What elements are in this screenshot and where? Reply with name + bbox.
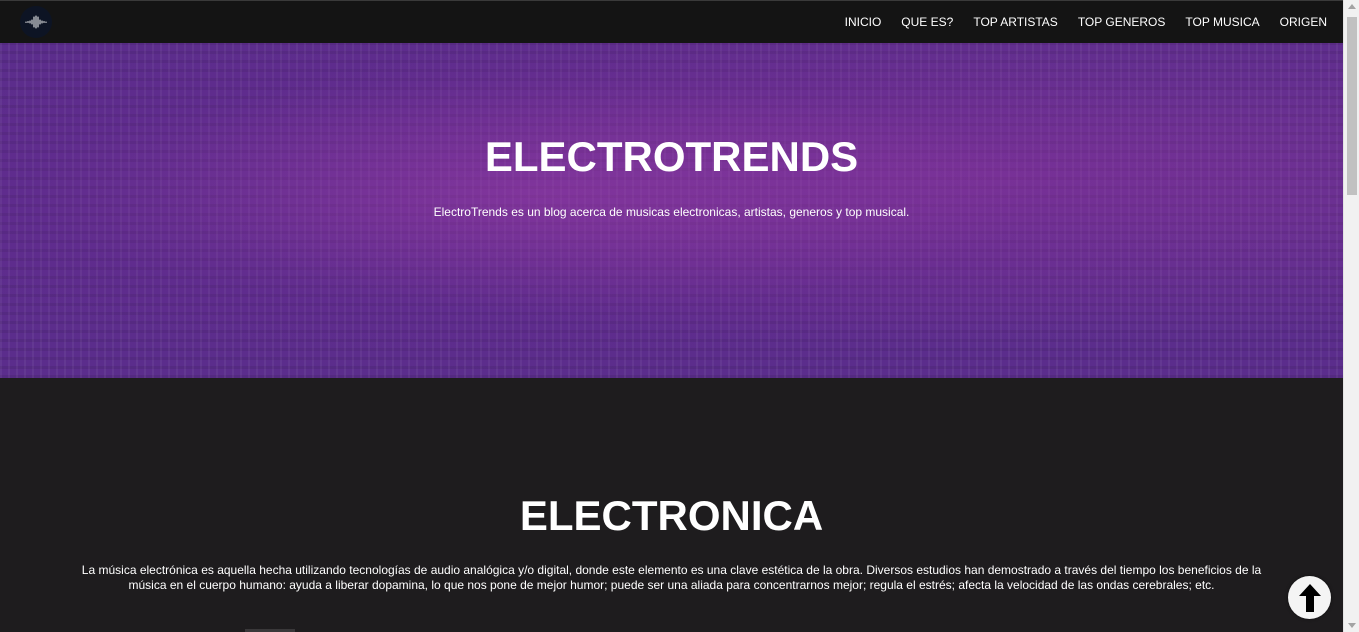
nav-links: INICIO QUE ES? TOP ARTISTAS TOP GENEROS … [825, 15, 1327, 29]
hero-title: ELECTROTRENDS [484, 133, 859, 180]
nav-link-top-artistas[interactable]: TOP ARTISTAS [973, 15, 1057, 29]
electronica-section: ELECTRONICA La música electrónica es aqu… [0, 378, 1343, 632]
section-body: La música electrónica es aquella hecha u… [81, 563, 1262, 592]
hero-banner: ELECTROTRENDS ElectroTrends es un blog a… [0, 43, 1343, 378]
section-title: ELECTRONICA [519, 492, 824, 539]
scroll-down-icon[interactable] [1348, 623, 1356, 628]
top-navbar: INICIO QUE ES? TOP ARTISTAS TOP GENEROS … [0, 0, 1343, 43]
site-logo[interactable] [20, 6, 52, 38]
nav-link-top-generos[interactable]: TOP GENEROS [1078, 15, 1166, 29]
arrow-up-icon [1298, 583, 1321, 612]
soundwave-icon [25, 15, 47, 29]
back-to-top-button[interactable] [1288, 576, 1331, 619]
hero-subtitle: ElectroTrends es un blog acerca de music… [433, 205, 910, 219]
nav-link-origen[interactable]: ORIGEN [1280, 15, 1327, 29]
page: INICIO QUE ES? TOP ARTISTAS TOP GENEROS … [0, 0, 1359, 632]
nav-link-inicio[interactable]: INICIO [845, 15, 882, 29]
scroll-thumb[interactable] [1347, 17, 1357, 195]
vertical-scrollbar[interactable] [1343, 0, 1359, 632]
nav-link-que-es[interactable]: QUE ES? [901, 15, 953, 29]
nav-link-top-musica[interactable]: TOP MUSICA [1185, 15, 1259, 29]
scroll-up-icon[interactable] [1348, 4, 1356, 9]
